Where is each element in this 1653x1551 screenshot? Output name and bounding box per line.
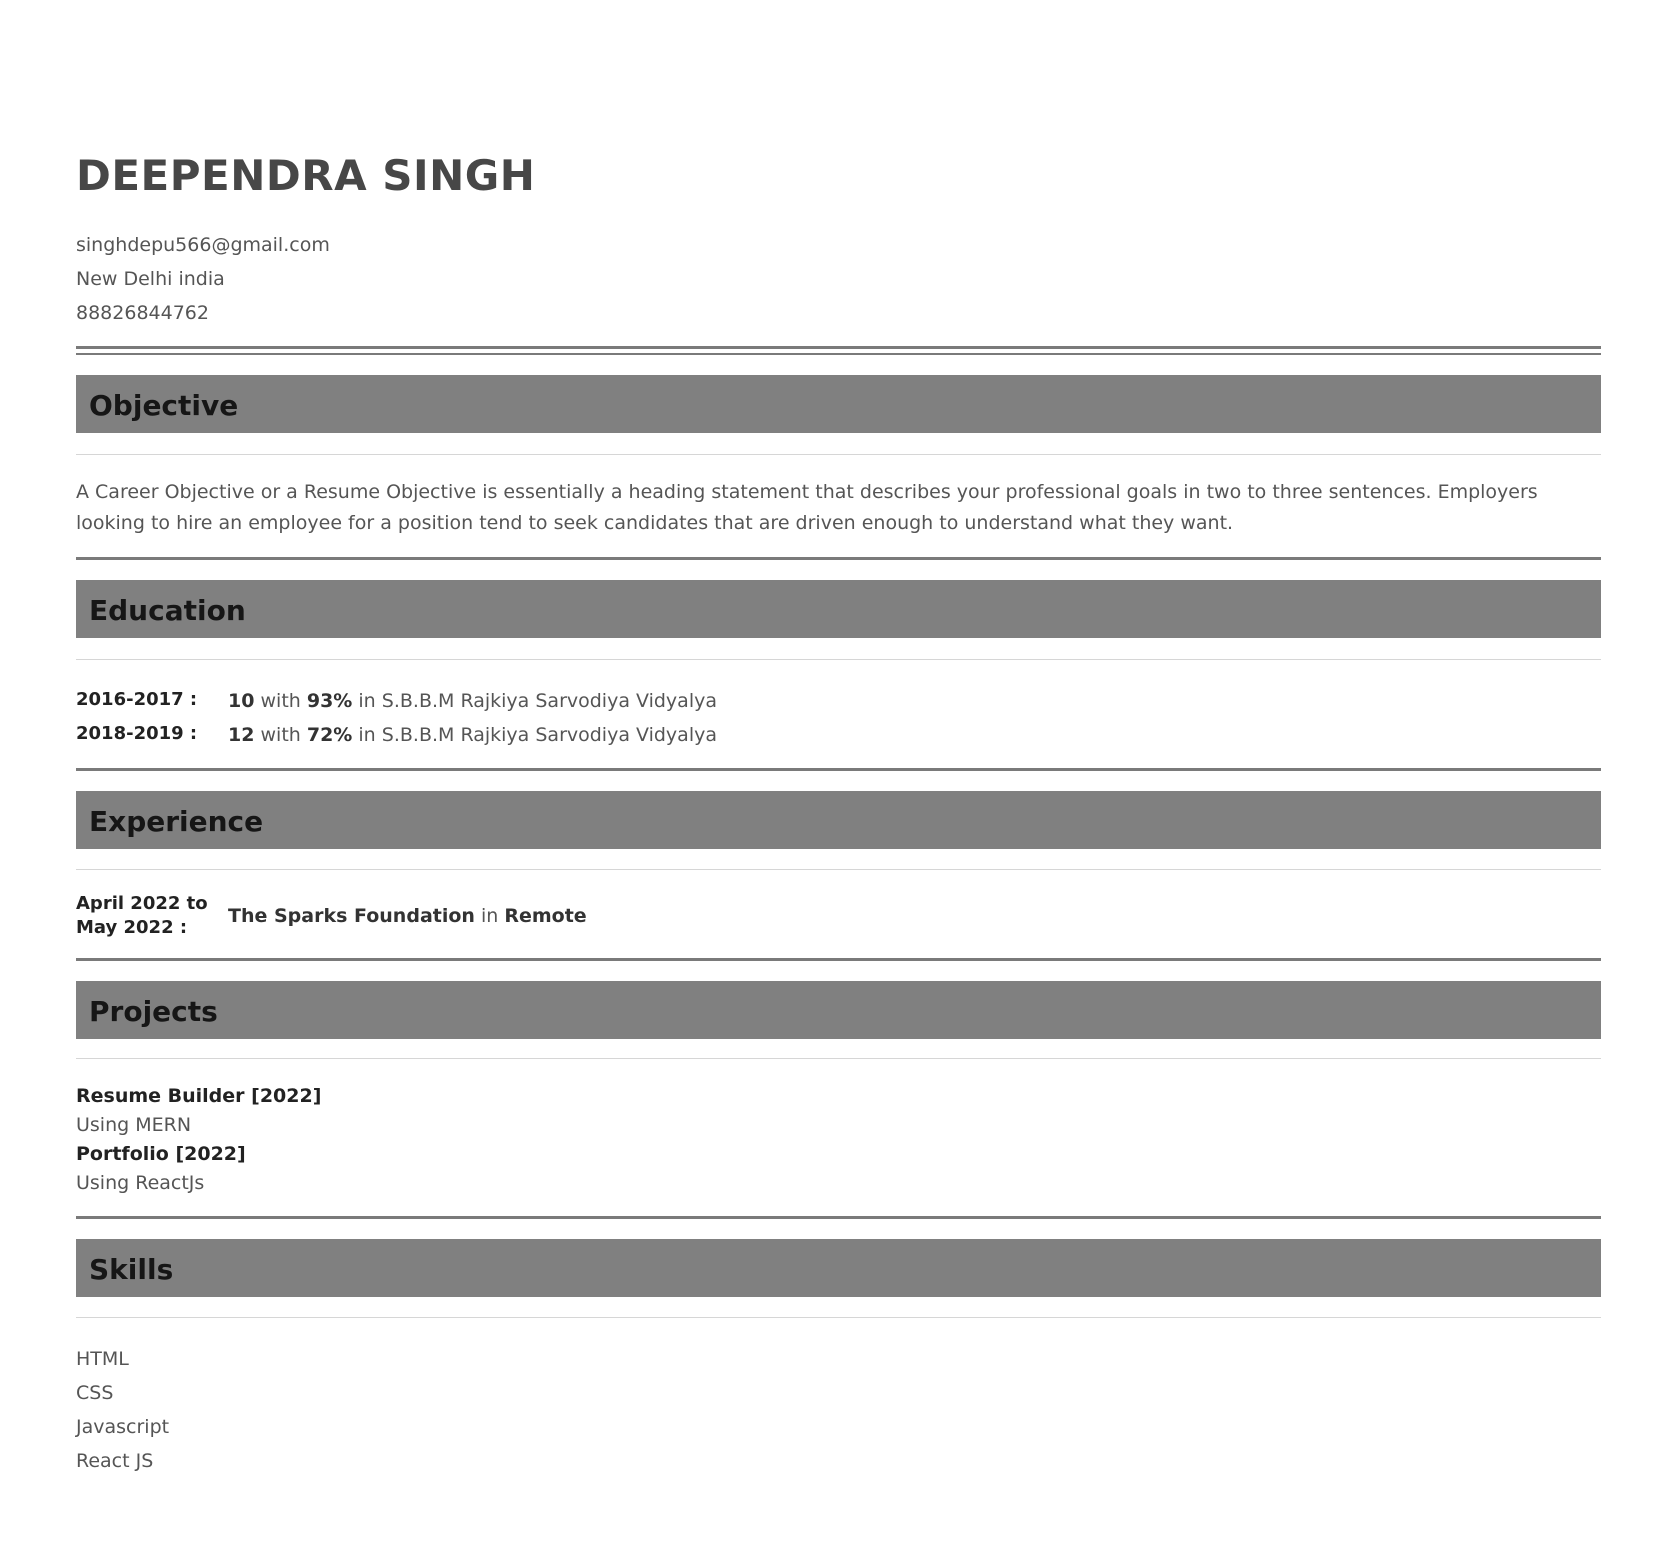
- candidate-name: DEEPENDRA SINGH: [76, 151, 536, 200]
- contact-email: singhdepu566@gmail.com: [76, 234, 330, 256]
- education-section-header: Education: [76, 580, 1601, 638]
- project-tech: Using MERN: [76, 1114, 192, 1136]
- skills-list: HTML CSS Javascript React JS: [76, 1342, 169, 1478]
- education-divider: [76, 659, 1601, 660]
- projects-section-header: Projects: [76, 981, 1601, 1039]
- skill-item: React JS: [76, 1450, 154, 1472]
- experience-period: April 2022 to May 2022 :: [76, 893, 208, 938]
- experience-in: in: [480, 905, 499, 927]
- education-detail: 10 with 93% in S.B.B.M Rajkiya Sarvodiya…: [228, 684, 717, 718]
- project-title: Portfolio [2022]: [76, 1143, 246, 1165]
- objective-section-header: Objective: [76, 375, 1601, 433]
- contact-location: New Delhi india: [76, 268, 225, 290]
- section-divider: [76, 768, 1601, 771]
- section-divider: [76, 958, 1601, 961]
- education-heading: Education: [89, 594, 246, 627]
- education-school: S.B.B.M Rajkiya Sarvodiya Vidyalya: [381, 690, 717, 712]
- project-title: Resume Builder [2022]: [76, 1085, 322, 1107]
- education-grade: 10: [228, 690, 255, 712]
- skills-divider: [76, 1317, 1601, 1318]
- project-item: Resume Builder [2022] Using MERN: [76, 1082, 321, 1140]
- skill-item: CSS: [76, 1382, 114, 1404]
- education-period: 2016-2017 :: [76, 689, 198, 710]
- experience-location: Remote: [504, 905, 587, 927]
- objective-divider: [76, 454, 1601, 455]
- experience-divider: [76, 869, 1601, 870]
- education-percent: 93%: [306, 690, 353, 712]
- education-in: in: [358, 724, 376, 746]
- section-divider: [76, 1216, 1601, 1219]
- skill-item: Javascript: [76, 1416, 170, 1438]
- experience-detail: The Sparks Foundation in Remote: [228, 899, 587, 933]
- education-with: with: [260, 724, 301, 746]
- projects-heading: Projects: [89, 995, 218, 1028]
- education-percent: 72%: [306, 724, 353, 746]
- contact-phone: 88826844762: [76, 302, 209, 324]
- experience-section-header: Experience: [76, 791, 1601, 849]
- skills-heading: Skills: [89, 1253, 174, 1286]
- objective-heading: Objective: [89, 389, 239, 422]
- education-with: with: [260, 690, 301, 712]
- project-item: Portfolio [2022] Using ReactJs: [76, 1140, 321, 1198]
- section-divider: [76, 557, 1601, 560]
- projects-divider: [76, 1058, 1601, 1059]
- objective-text: A Career Objective or a Resume Objective…: [76, 481, 1538, 534]
- education-detail: 12 with 72% in S.B.B.M Rajkiya Sarvodiya…: [228, 718, 717, 752]
- contact-info: singhdepu566@gmail.com New Delhi india 8…: [76, 228, 330, 330]
- project-tech: Using ReactJs: [76, 1172, 205, 1194]
- experience-company: The Sparks Foundation: [228, 905, 475, 927]
- skills-section-header: Skills: [76, 1239, 1601, 1297]
- education-in: in: [358, 690, 376, 712]
- header-divider: [76, 346, 1601, 355]
- skill-item: HTML: [76, 1348, 129, 1370]
- education-grade: 12: [228, 724, 255, 746]
- projects-list: Resume Builder [2022] Using MERN Portfol…: [76, 1082, 321, 1198]
- education-school: S.B.B.M Rajkiya Sarvodiya Vidyalya: [381, 724, 717, 746]
- education-period: 2018-2019 :: [76, 723, 198, 744]
- experience-heading: Experience: [89, 805, 264, 838]
